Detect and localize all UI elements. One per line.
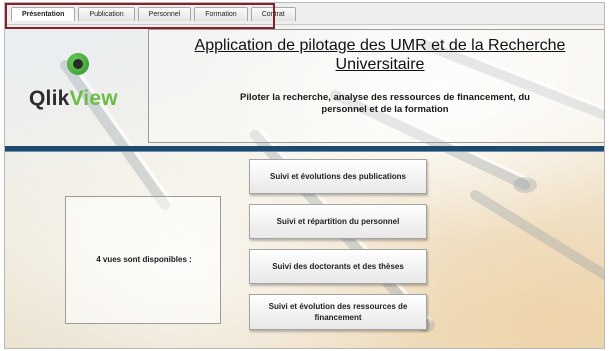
page-subtitle: Piloter la recherche, analyse des ressou… — [240, 92, 530, 115]
tab-formation[interactable]: Formation — [194, 7, 248, 21]
views-available-label: 4 vues sont disponibles : — [96, 255, 192, 264]
publications-button[interactable]: Suivi et évolutions des publications — [249, 159, 427, 194]
financement-button[interactable]: Suivi et évolution des ressources de fin… — [249, 294, 427, 330]
tab-bar: Présentation Publication Personnel Forma… — [5, 3, 604, 25]
doctorants-button[interactable]: Suivi des doctorants et des thèses — [249, 249, 427, 284]
logo-text-qlik: Qlik — [29, 87, 70, 110]
tab-contrat[interactable]: Contrat — [250, 7, 296, 21]
page-title: Application de pilotage des UMR et de la… — [194, 37, 566, 73]
sheet-tabs: Présentation Publication Personnel Forma… — [11, 7, 296, 21]
header-divider-line — [5, 151, 604, 152]
tab-personnel[interactable]: Personnel — [137, 7, 192, 21]
title-panel: Application de pilotage des UMR et de la… — [148, 29, 604, 143]
personnel-button[interactable]: Suivi et répartition du personnel — [249, 204, 427, 239]
app-window: Présentation Publication Personnel Forma… — [4, 2, 605, 349]
logo-text: QlikView — [29, 87, 118, 111]
info-panel: 4 vues sont disponibles : — [65, 196, 221, 324]
logo-text-view: View — [69, 87, 118, 110]
tab-publication[interactable]: Publication — [78, 7, 135, 21]
tab-presentation[interactable]: Présentation — [11, 7, 76, 21]
qlikview-q-icon — [67, 53, 89, 75]
qlikview-logo: QlikView — [29, 53, 139, 123]
